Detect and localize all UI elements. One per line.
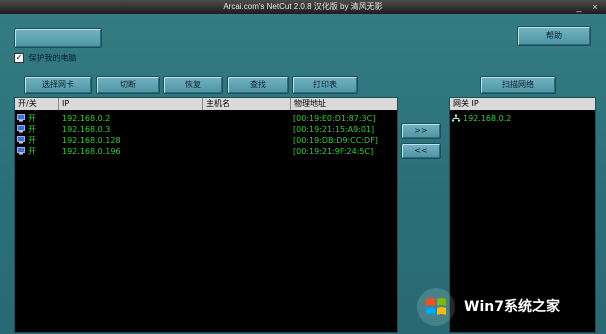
print-table-button[interactable]: 打印表 (292, 76, 358, 94)
row-ip: 192.168.0.128 (62, 136, 121, 145)
protect-checkbox[interactable]: ✓ (14, 53, 24, 63)
computer-icon (17, 136, 25, 144)
gateway-row[interactable]: 192.168.0.2 (450, 113, 595, 124)
hosts-table: 开/关 IP 主机名 物理地址 开 192.168.0.2 [00:19:E0:… (14, 97, 398, 333)
row-state: 开 (28, 125, 36, 134)
move-from-gateway-button[interactable]: << (401, 143, 441, 159)
select-nic-button[interactable]: 选择网卡 (24, 76, 92, 94)
col-mac[interactable]: 物理地址 (291, 98, 397, 110)
table-row[interactable]: 开 192.168.0.196 [00:19:21:9F:24:5C] (15, 146, 397, 157)
row-state: 开 (28, 136, 36, 145)
help-button[interactable]: 帮助 (517, 26, 591, 46)
gateway-ip: 192.168.0.2 (463, 114, 512, 123)
scan-network-button[interactable]: 扫描网络 (480, 76, 556, 94)
row-mac: [00:19:DB:D9:CC:DF] (293, 136, 378, 145)
row-mac: [00:19:E0:D1:87:3C] (293, 114, 376, 123)
gateway-table-header: 网关 IP (450, 98, 595, 110)
row-mac: [00:19:21:15:A9:01] (293, 125, 375, 134)
protect-computer-option[interactable]: ✓ 保护我的电脑 (14, 53, 77, 64)
windows-logo-icon (417, 288, 455, 326)
row-state: 开 (28, 147, 36, 156)
network-icon (452, 114, 460, 122)
table-row[interactable]: 开 192.168.0.128 [00:19:DB:D9:CC:DF] (15, 135, 397, 146)
minimize-icon[interactable]: _ (574, 2, 584, 12)
row-ip: 192.168.0.2 (62, 114, 111, 123)
computer-icon (17, 114, 25, 122)
computer-icon (17, 125, 25, 133)
restore-button[interactable]: 恢复 (163, 76, 223, 94)
col-state[interactable]: 开/关 (15, 98, 59, 110)
title-bar: Arcai.com's NetCut 2.0.8 汉化版 by 清风无影 _ × (0, 0, 606, 14)
col-hostname[interactable]: 主机名 (203, 98, 291, 110)
window-title: Arcai.com's NetCut 2.0.8 汉化版 by 清风无影 (223, 2, 383, 11)
row-ip: 192.168.0.196 (62, 147, 121, 156)
col-gateway-ip[interactable]: 网关 IP (450, 98, 595, 110)
top-left-blank-button[interactable] (14, 28, 102, 48)
protect-label: 保护我的电脑 (28, 53, 77, 63)
find-button[interactable]: 查找 (227, 76, 289, 94)
close-icon[interactable]: × (590, 2, 600, 12)
move-to-gateway-button[interactable]: >> (401, 123, 441, 139)
row-state: 开 (28, 114, 36, 123)
table-row[interactable]: 开 192.168.0.2 [00:19:E0:D1:87:3C] (15, 113, 397, 124)
cut-button[interactable]: 切断 (96, 76, 160, 94)
table-row[interactable]: 开 192.168.0.3 [00:19:21:15:A9:01] (15, 124, 397, 135)
computer-icon (17, 147, 25, 155)
watermark: Win7系统之家 (410, 283, 606, 331)
row-ip: 192.168.0.3 (62, 125, 111, 134)
netcut-window: Arcai.com's NetCut 2.0.8 汉化版 by 清风无影 _ ×… (0, 0, 606, 334)
col-ip[interactable]: IP (59, 98, 203, 110)
watermark-text: Win7系统之家 (464, 299, 560, 315)
hosts-table-header: 开/关 IP 主机名 物理地址 (15, 98, 397, 110)
row-mac: [00:19:21:9F:24:5C] (293, 147, 374, 156)
